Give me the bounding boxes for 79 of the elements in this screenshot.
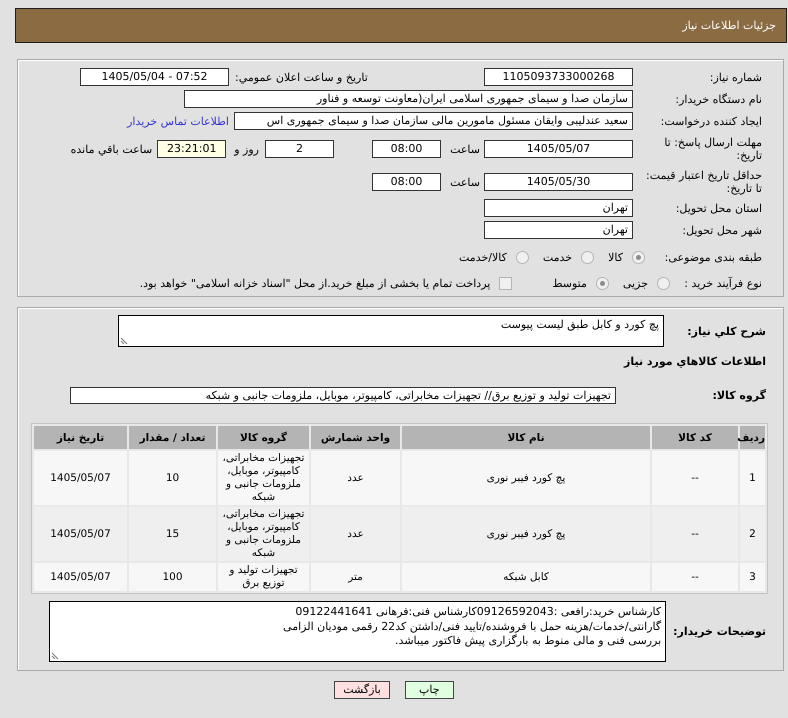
radio-button[interactable]: [596, 276, 609, 290]
category-label: طبقه بندی موضوعی:: [664, 250, 762, 264]
quantity-cell: 15: [129, 507, 216, 561]
print-button[interactable]: چاپ: [404, 681, 454, 699]
unit-cell: متر: [311, 563, 400, 591]
table-header-cell: تاریخ نیاز: [34, 426, 127, 449]
table-header-cell: کد کالا: [652, 426, 738, 449]
buyer-notes-textarea[interactable]: کارشناس خرید:رافعی :09126592043کارشناس فنی:فرهانی 09122441641 گارانتی/خدمات/هزینه حمل با فروشنده/تایید فنی/داشتن کد22 رقمی مودیان الزامی بررسی فنی و مالی منوط به بارگزاری پیش فاکتور میباشد.: [49, 601, 666, 662]
item-group-cell: تجهیزات مخابراتی، کامپیوتر، موبایل، ملزومات جانبی و شبکه: [218, 451, 309, 505]
announce-date-field[interactable]: 1405/05/04 - 07:52: [80, 68, 229, 86]
price-validity-label: حداقل تاریخ اعتبار قیمت: تا تاریخ:: [645, 169, 762, 195]
table-header-cell: گروه کالا: [218, 426, 309, 449]
buyer-org-label: نام دستگاه خریدار:: [674, 92, 762, 106]
deadline-label: مهلت ارسال پاسخ: تا تاریخ:: [663, 136, 762, 162]
item-code-cell: --: [652, 451, 738, 505]
need-date-cell: 1405/05/07: [34, 451, 127, 505]
item-code-cell: --: [652, 563, 738, 591]
table-header-cell: ردیف: [740, 426, 765, 449]
item-group-cell: تجهیزات تولید و توزیع برق: [218, 563, 309, 591]
days-label: روز و: [234, 142, 259, 156]
unit-cell: عدد: [311, 507, 400, 561]
quantity-cell: 10: [129, 451, 216, 505]
table-header-cell: واحد شمارش: [311, 426, 400, 449]
table-header-cell: تعداد / مقدار: [129, 426, 216, 449]
radio-label: خدمت: [542, 250, 572, 264]
description-label: شرح کلي نیاز:: [687, 324, 766, 338]
goods-group-label: گروه کالا:: [712, 389, 766, 402]
deadline-date-field[interactable]: 1405/05/07: [484, 140, 633, 158]
radio-label: کالا: [608, 250, 623, 264]
checkbox[interactable]: [499, 276, 512, 290]
price-validity-date-field[interactable]: 1405/05/30: [484, 173, 633, 191]
province-label: استان محل تحویل:: [674, 202, 762, 214]
announce-date-label: تاریخ و ساعت اعلان عمومي:: [235, 70, 368, 84]
resize-grip-icon[interactable]: [51, 652, 60, 660]
buyer-notes-label: توضیحات خریدار:: [673, 625, 766, 638]
city-label: شهر محل تحویل:: [681, 224, 762, 236]
resize-grip-icon[interactable]: [120, 337, 128, 345]
creator-field[interactable]: سعید عندلیبی وایقان مسئول مامورین مالی سازمان صدا و سیمای جمهوری اس: [234, 112, 633, 130]
province-field[interactable]: تهران: [484, 199, 633, 217]
unit-cell: عدد: [311, 451, 400, 505]
item-name-cell: کابل شبکه: [402, 563, 650, 591]
item-code-cell: --: [652, 507, 738, 561]
quantity-cell: 100: [129, 563, 216, 591]
need-date-cell: 1405/05/07: [34, 507, 127, 561]
remaining-time-field[interactable]: 23:21:01: [157, 140, 226, 158]
city-field[interactable]: تهران: [484, 221, 633, 239]
remaining-time-label: ساعت باقي مانده: [70, 142, 152, 156]
item-group-cell: تجهیزات مخابراتی، کامپیوتر، موبایل، ملزومات جانبی و شبکه: [218, 507, 309, 561]
radio-label: متوسط: [552, 276, 587, 290]
back-button[interactable]: بازگشت: [334, 681, 390, 699]
radio-label: کالا/خدمت: [459, 250, 507, 264]
radio-label: جزیی: [622, 276, 648, 290]
creator-label: ایجاد کننده درخواست:: [660, 114, 762, 128]
table-header-cell: نام کالا: [402, 426, 650, 449]
description-textarea[interactable]: پچ کورد و کابل طبق لیست پیوست: [118, 315, 664, 347]
radio-button[interactable]: [632, 250, 645, 264]
row-number-cell: 1: [740, 451, 765, 505]
deadline-time-label: ساعت: [449, 142, 480, 156]
goods-heading: اطلاعات کالاهاي مورد نیاز: [624, 354, 766, 370]
row-number-cell: 2: [740, 507, 765, 561]
item-name-cell: پچ کورد فیبر نوری: [402, 507, 650, 561]
need-number-label: شماره نیاز:: [708, 70, 762, 84]
header-title: جزئیات اطلاعات نیاز: [682, 19, 776, 32]
process-label: نوع فرآیند خرید :: [683, 276, 762, 290]
checkbox-label: پرداخت تمام یا بخشی از مبلغ خرید.از محل "اسناد خزانه اسلامی" خواهد بود.: [140, 276, 490, 290]
need-number-field[interactable]: 1105093733000268: [484, 68, 633, 86]
price-validity-time-label: ساعت: [449, 176, 480, 188]
goods-group-field[interactable]: تجهیزات تولید و توزیع برق// تجهیزات مخابراتی، کامپیوتر، موبایل، ملزومات جانبی و شبکه: [70, 387, 616, 404]
radio-button[interactable]: [516, 250, 529, 264]
deadline-time-field[interactable]: 08:00: [372, 140, 441, 158]
radio-button[interactable]: [657, 276, 670, 290]
remaining-days-field[interactable]: 2: [265, 140, 334, 158]
radio-button[interactable]: [581, 250, 594, 264]
need-date-cell: 1405/05/07: [34, 563, 127, 591]
buyer-org-field[interactable]: سازمان صدا و سیمای جمهوری اسلامی ایران(معاونت توسعه و فناور: [184, 90, 633, 108]
buyer-contact-link[interactable]: اطلاعات تماس خریدار: [127, 114, 229, 128]
item-name-cell: پچ کورد فیبر نوری: [402, 451, 650, 505]
row-number-cell: 3: [740, 563, 765, 591]
price-validity-time-field[interactable]: 08:00: [372, 173, 441, 191]
